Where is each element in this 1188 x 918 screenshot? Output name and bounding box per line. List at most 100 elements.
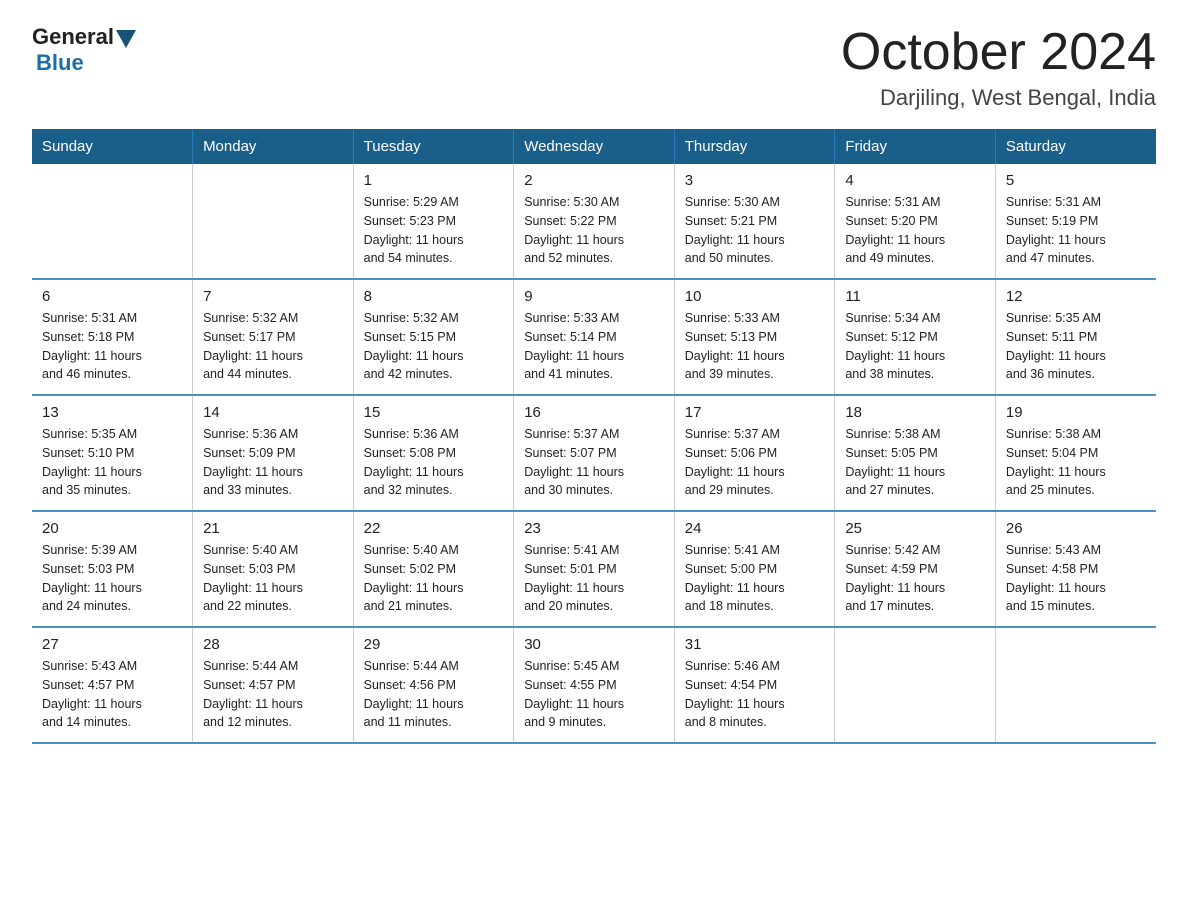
day-number: 9 (524, 288, 664, 305)
calendar-cell: 5 Sunrise: 5:31 AMSunset: 5:19 PMDaylight… (995, 164, 1156, 279)
day-number: 4 (845, 172, 985, 189)
calendar-cell (193, 164, 354, 279)
day-number: 15 (364, 404, 504, 421)
day-info: Sunrise: 5:40 AMSunset: 5:03 PMDaylight:… (203, 541, 343, 616)
day-info: Sunrise: 5:43 AMSunset: 4:57 PMDaylight:… (42, 657, 182, 732)
weekday-header-tuesday: Tuesday (353, 129, 514, 164)
day-number: 12 (1006, 288, 1146, 305)
weekday-header-saturday: Saturday (995, 129, 1156, 164)
day-info: Sunrise: 5:41 AMSunset: 5:01 PMDaylight:… (524, 541, 664, 616)
day-info: Sunrise: 5:32 AMSunset: 5:17 PMDaylight:… (203, 309, 343, 384)
day-number: 21 (203, 520, 343, 537)
day-info: Sunrise: 5:40 AMSunset: 5:02 PMDaylight:… (364, 541, 504, 616)
calendar-cell: 13 Sunrise: 5:35 AMSunset: 5:10 PMDayligh… (32, 395, 193, 511)
day-number: 1 (364, 172, 504, 189)
day-info: Sunrise: 5:44 AMSunset: 4:57 PMDaylight:… (203, 657, 343, 732)
day-info: Sunrise: 5:31 AMSunset: 5:20 PMDaylight:… (845, 193, 985, 268)
calendar-cell (835, 627, 996, 743)
calendar-cell: 25 Sunrise: 5:42 AMSunset: 4:59 PMDayligh… (835, 511, 996, 627)
calendar-cell: 28 Sunrise: 5:44 AMSunset: 4:57 PMDayligh… (193, 627, 354, 743)
calendar-cell: 11Sunrise: 5:34 AMSunset: 5:12 PMDayligh… (835, 279, 996, 395)
day-number: 30 (524, 636, 664, 653)
day-number: 17 (685, 404, 825, 421)
day-number: 29 (364, 636, 504, 653)
day-info: Sunrise: 5:33 AMSunset: 5:14 PMDaylight:… (524, 309, 664, 384)
day-number: 13 (42, 404, 182, 421)
day-info: Sunrise: 5:45 AMSunset: 4:55 PMDaylight:… (524, 657, 664, 732)
calendar-cell: 23Sunrise: 5:41 AMSunset: 5:01 PMDayligh… (514, 511, 675, 627)
day-number: 25 (845, 520, 985, 537)
calendar-cell: 31 Sunrise: 5:46 AMSunset: 4:54 PMDayligh… (674, 627, 835, 743)
weekday-header-wednesday: Wednesday (514, 129, 675, 164)
day-number: 20 (42, 520, 182, 537)
calendar-cell: 26 Sunrise: 5:43 AMSunset: 4:58 PMDayligh… (995, 511, 1156, 627)
day-number: 10 (685, 288, 825, 305)
day-info: Sunrise: 5:42 AMSunset: 4:59 PMDaylight:… (845, 541, 985, 616)
weekday-header-sunday: Sunday (32, 129, 193, 164)
calendar-week-row: 20 Sunrise: 5:39 AMSunset: 5:03 PMDayligh… (32, 511, 1156, 627)
day-info: Sunrise: 5:36 AMSunset: 5:08 PMDaylight:… (364, 425, 504, 500)
day-info: Sunrise: 5:32 AMSunset: 5:15 PMDaylight:… (364, 309, 504, 384)
day-number: 5 (1006, 172, 1146, 189)
calendar-cell: 20 Sunrise: 5:39 AMSunset: 5:03 PMDayligh… (32, 511, 193, 627)
day-info: Sunrise: 5:43 AMSunset: 4:58 PMDaylight:… (1006, 541, 1146, 616)
day-info: Sunrise: 5:38 AMSunset: 5:05 PMDaylight:… (845, 425, 985, 500)
calendar-cell: 24Sunrise: 5:41 AMSunset: 5:00 PMDayligh… (674, 511, 835, 627)
calendar-cell: 4 Sunrise: 5:31 AMSunset: 5:20 PMDaylight… (835, 164, 996, 279)
day-info: Sunrise: 5:31 AMSunset: 5:19 PMDaylight:… (1006, 193, 1146, 268)
day-number: 26 (1006, 520, 1146, 537)
calendar-cell: 17 Sunrise: 5:37 AMSunset: 5:06 PMDayligh… (674, 395, 835, 511)
calendar-cell: 19 Sunrise: 5:38 AMSunset: 5:04 PMDayligh… (995, 395, 1156, 511)
day-info: Sunrise: 5:34 AMSunset: 5:12 PMDaylight:… (845, 309, 985, 384)
calendar-week-row: 27 Sunrise: 5:43 AMSunset: 4:57 PMDayligh… (32, 627, 1156, 743)
day-info: Sunrise: 5:41 AMSunset: 5:00 PMDaylight:… (685, 541, 825, 616)
weekday-header-friday: Friday (835, 129, 996, 164)
calendar-cell: 10 Sunrise: 5:33 AMSunset: 5:13 PMDayligh… (674, 279, 835, 395)
calendar-cell: 12Sunrise: 5:35 AMSunset: 5:11 PMDayligh… (995, 279, 1156, 395)
calendar-cell: 30 Sunrise: 5:45 AMSunset: 4:55 PMDayligh… (514, 627, 675, 743)
logo: General Blue (32, 24, 136, 76)
day-info: Sunrise: 5:46 AMSunset: 4:54 PMDaylight:… (685, 657, 825, 732)
calendar-cell: 6Sunrise: 5:31 AMSunset: 5:18 PMDaylight… (32, 279, 193, 395)
page-header: General Blue October 2024 Darjiling, Wes… (32, 24, 1156, 111)
day-info: Sunrise: 5:37 AMSunset: 5:06 PMDaylight:… (685, 425, 825, 500)
calendar-cell: 3 Sunrise: 5:30 AMSunset: 5:21 PMDaylight… (674, 164, 835, 279)
calendar-cell (995, 627, 1156, 743)
day-number: 27 (42, 636, 182, 653)
calendar-cell: 29Sunrise: 5:44 AMSunset: 4:56 PMDayligh… (353, 627, 514, 743)
day-info: Sunrise: 5:30 AMSunset: 5:22 PMDaylight:… (524, 193, 664, 268)
day-number: 8 (364, 288, 504, 305)
day-info: Sunrise: 5:35 AMSunset: 5:10 PMDaylight:… (42, 425, 182, 500)
calendar-cell: 16Sunrise: 5:37 AMSunset: 5:07 PMDayligh… (514, 395, 675, 511)
calendar-cell: 9 Sunrise: 5:33 AMSunset: 5:14 PMDaylight… (514, 279, 675, 395)
calendar-cell: 27 Sunrise: 5:43 AMSunset: 4:57 PMDayligh… (32, 627, 193, 743)
day-number: 19 (1006, 404, 1146, 421)
calendar-cell: 22Sunrise: 5:40 AMSunset: 5:02 PMDayligh… (353, 511, 514, 627)
weekday-header-monday: Monday (193, 129, 354, 164)
month-title: October 2024 (841, 24, 1156, 81)
day-info: Sunrise: 5:36 AMSunset: 5:09 PMDaylight:… (203, 425, 343, 500)
day-info: Sunrise: 5:38 AMSunset: 5:04 PMDaylight:… (1006, 425, 1146, 500)
calendar-cell: 1 Sunrise: 5:29 AMSunset: 5:23 PMDaylight… (353, 164, 514, 279)
title-block: October 2024 Darjiling, West Bengal, Ind… (841, 24, 1156, 111)
day-info: Sunrise: 5:39 AMSunset: 5:03 PMDaylight:… (42, 541, 182, 616)
day-info: Sunrise: 5:37 AMSunset: 5:07 PMDaylight:… (524, 425, 664, 500)
day-info: Sunrise: 5:30 AMSunset: 5:21 PMDaylight:… (685, 193, 825, 268)
logo-general-text: General (32, 24, 114, 50)
day-number: 3 (685, 172, 825, 189)
day-number: 28 (203, 636, 343, 653)
calendar-cell: 2 Sunrise: 5:30 AMSunset: 5:22 PMDaylight… (514, 164, 675, 279)
day-number: 2 (524, 172, 664, 189)
day-info: Sunrise: 5:31 AMSunset: 5:18 PMDaylight:… (42, 309, 182, 384)
calendar-week-row: 1 Sunrise: 5:29 AMSunset: 5:23 PMDaylight… (32, 164, 1156, 279)
calendar-cell: 18 Sunrise: 5:38 AMSunset: 5:05 PMDayligh… (835, 395, 996, 511)
calendar-cell: 15 Sunrise: 5:36 AMSunset: 5:08 PMDayligh… (353, 395, 514, 511)
day-info: Sunrise: 5:33 AMSunset: 5:13 PMDaylight:… (685, 309, 825, 384)
day-number: 18 (845, 404, 985, 421)
day-number: 31 (685, 636, 825, 653)
calendar-cell (32, 164, 193, 279)
day-info: Sunrise: 5:29 AMSunset: 5:23 PMDaylight:… (364, 193, 504, 268)
location-title: Darjiling, West Bengal, India (841, 85, 1156, 111)
weekday-header-row: SundayMondayTuesdayWednesdayThursdayFrid… (32, 129, 1156, 164)
calendar-cell: 8 Sunrise: 5:32 AMSunset: 5:15 PMDaylight… (353, 279, 514, 395)
